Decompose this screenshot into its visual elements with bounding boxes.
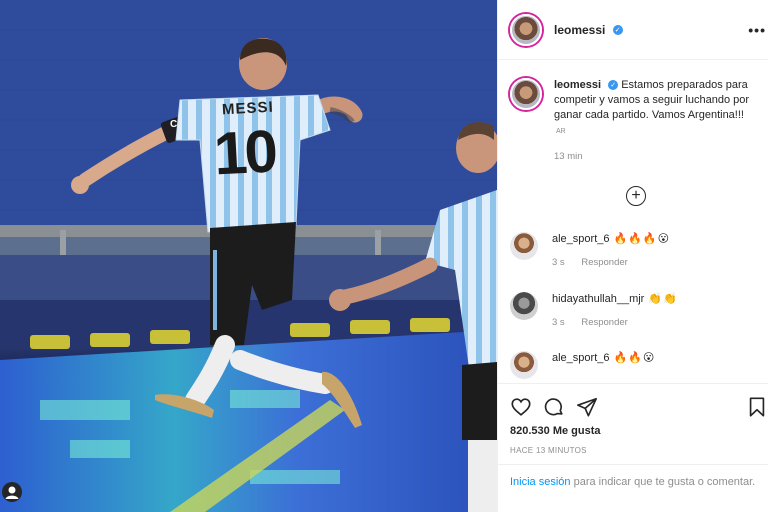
verified-badge-icon: ✓ (612, 25, 623, 36)
login-prompt: Inicia sesión para indicar que te gusta … (498, 464, 768, 490)
caption-flag: AR (556, 128, 566, 135)
author-username-text[interactable]: leomessi (554, 23, 605, 37)
caption-username[interactable]: leomessi (554, 79, 601, 91)
author-username[interactable]: leomessi ✓ (554, 23, 623, 37)
comment-text: 🔥🔥😮 (613, 351, 656, 364)
load-more-comments-button[interactable]: + (626, 186, 646, 206)
photo-illustration (0, 0, 497, 512)
jersey-number: 10 (212, 117, 277, 188)
verified-badge-icon: ✓ (608, 80, 619, 91)
comment-avatar[interactable] (510, 292, 538, 320)
comment-username[interactable]: ale_sport_6 (552, 232, 610, 246)
heart-icon[interactable] (510, 396, 532, 418)
comment-icon[interactable] (543, 396, 565, 418)
comment-item: hidayathullah__mjr 👏👏 3 s Responder (510, 292, 760, 328)
comment-text: 👏👏 (648, 292, 678, 305)
comment-time[interactable]: 3 s (552, 257, 565, 268)
action-icons-row (510, 396, 765, 418)
post-side-panel: leomessi ✓ ••• leomessi ✓ Estamos prepar… (497, 0, 768, 512)
comment-username[interactable]: ale_sport_6 (552, 351, 610, 365)
likes-count[interactable]: 820.530 Me gusta (510, 425, 601, 437)
jersey-name: MESSI (221, 98, 275, 119)
reply-button[interactable]: Responder (581, 257, 627, 268)
more-options-icon[interactable]: ••• (748, 22, 766, 38)
actions-section: 820.530 Me gusta HACE 13 MINUTOS Inicia … (498, 383, 768, 512)
post-header: leomessi ✓ ••• (498, 0, 768, 60)
post-photo[interactable]: MESSI 10 C (0, 0, 497, 512)
caption-time[interactable]: 13 min (554, 149, 754, 164)
comment-avatar[interactable] (510, 351, 538, 379)
share-icon[interactable] (576, 396, 598, 418)
comment-item: ale_sport_6 🔥🔥🔥😮 3 s Responder (510, 232, 760, 268)
login-prompt-text: para indicar que te gusta o comentar. (570, 476, 756, 488)
comment-text: 🔥🔥🔥😮 (613, 232, 671, 245)
post-timestamp[interactable]: HACE 13 MINUTOS (510, 446, 587, 455)
caption-avatar[interactable] (510, 78, 542, 110)
bookmark-icon[interactable] (746, 396, 768, 418)
user-tag-icon[interactable] (2, 482, 22, 502)
author-avatar[interactable] (510, 13, 542, 46)
post-caption: leomessi ✓ Estamos preparados para compe… (510, 78, 760, 164)
person-icon (5, 486, 19, 499)
login-link[interactable]: Inicia sesión (510, 476, 571, 488)
comment-time[interactable]: 3 s (552, 317, 565, 328)
caption-body: leomessi ✓ Estamos preparados para compe… (554, 78, 754, 164)
reply-button[interactable]: Responder (581, 317, 627, 328)
comment-username[interactable]: hidayathullah__mjr (552, 292, 644, 306)
comment-avatar[interactable] (510, 232, 538, 260)
comment-item: ale_sport_6 🔥🔥😮 (510, 351, 760, 379)
captain-armband-letter: C (170, 119, 178, 130)
add-circle-icon: + (631, 187, 641, 204)
